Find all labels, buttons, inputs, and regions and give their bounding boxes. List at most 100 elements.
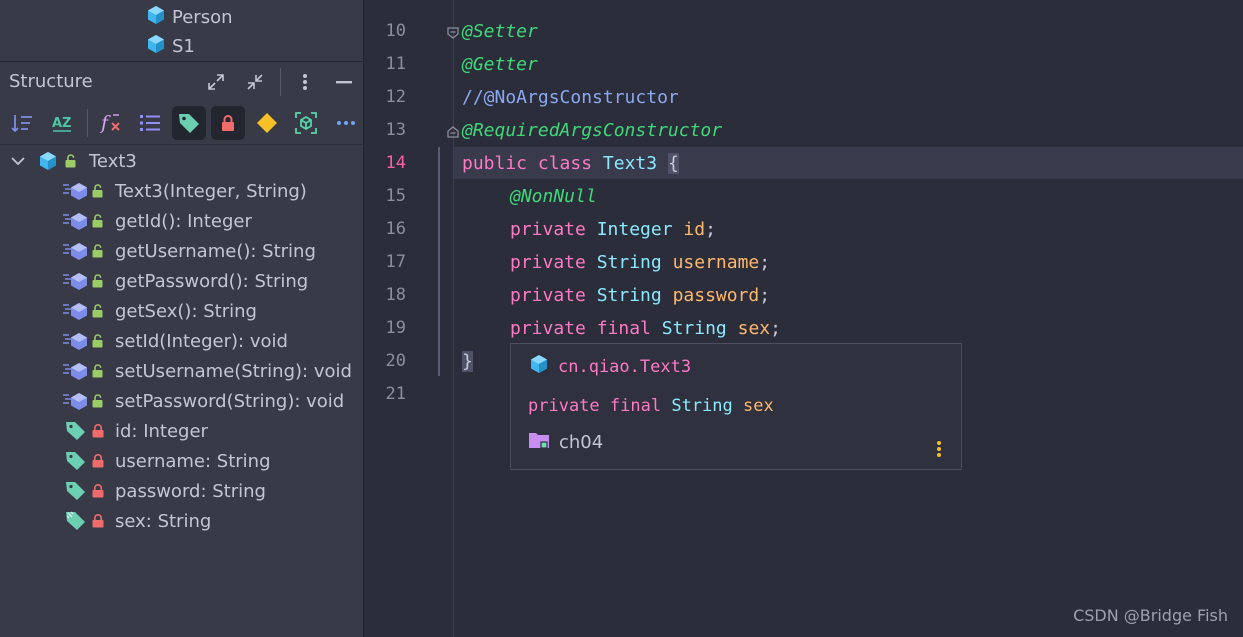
popup-class-name: cn.qiao.Text3 bbox=[558, 356, 692, 377]
public-unlock-icon bbox=[91, 364, 105, 378]
left-tool-panel: Person S1 Structure AZ f Text3 Text3(Int… bbox=[0, 0, 363, 637]
tree-member-row[interactable]: getSex(): String bbox=[63, 296, 257, 326]
hide-panel-icon[interactable] bbox=[332, 70, 356, 94]
public-unlock-icon bbox=[91, 214, 105, 228]
code-type: Integer bbox=[596, 219, 673, 240]
line-number: 12 bbox=[385, 87, 406, 107]
field-tag-icon bbox=[63, 480, 89, 502]
line-number: 15 bbox=[385, 186, 406, 206]
tree-member-row[interactable]: id: Integer bbox=[63, 416, 208, 446]
module-folder-icon bbox=[528, 430, 550, 455]
show-inherited-icon[interactable] bbox=[133, 106, 167, 140]
method-icon bbox=[63, 212, 89, 230]
code-keyword: class bbox=[537, 153, 593, 174]
tree-member-row[interactable]: setUsername(String): void bbox=[63, 356, 352, 386]
gutter-divider bbox=[453, 0, 454, 637]
code-keyword: private bbox=[510, 318, 586, 339]
code-line[interactable]: //@NoArgsConstructor bbox=[462, 81, 679, 114]
tree-member-row[interactable]: getPassword(): String bbox=[63, 266, 308, 296]
show-lambdas-icon[interactable]: f bbox=[95, 106, 129, 140]
tree-member-label: getPassword(): String bbox=[115, 270, 309, 292]
tree-member-label: id: Integer bbox=[115, 420, 208, 442]
code-type: String bbox=[661, 318, 727, 339]
options-kebab-icon[interactable] bbox=[293, 70, 317, 94]
tree-member-label: getUsername(): String bbox=[115, 240, 316, 262]
show-non-public-icon[interactable] bbox=[211, 106, 245, 140]
code-field: password bbox=[672, 285, 760, 306]
sort-by-visibility-icon[interactable] bbox=[5, 106, 39, 140]
tree-member-label: setUsername(String): void bbox=[115, 360, 352, 382]
chevron-down-icon[interactable] bbox=[8, 156, 28, 166]
decl-keyword: private bbox=[528, 396, 600, 416]
private-lock-icon bbox=[91, 454, 105, 468]
code-line[interactable]: private String password; bbox=[510, 279, 770, 312]
project-item-label: Person bbox=[172, 6, 233, 28]
code-keyword: final bbox=[596, 318, 651, 339]
quick-documentation-popup[interactable]: cn.qiao.Text3 private final String sex c… bbox=[510, 343, 962, 470]
tree-member-label: username: String bbox=[115, 450, 271, 472]
line-number: 11 bbox=[385, 54, 406, 74]
decl-name: sex bbox=[743, 396, 774, 416]
structure-title: Structure bbox=[9, 71, 93, 92]
class-cube-icon bbox=[146, 5, 166, 30]
svg-text:f: f bbox=[99, 112, 111, 134]
final-field-tag-icon bbox=[63, 510, 89, 532]
sort-alphabetically-icon[interactable]: AZ bbox=[45, 106, 79, 140]
code-editor[interactable]: 10 11 12 13 14 15 16 17 18 19 20 21 @Set… bbox=[364, 0, 1243, 637]
structure-toolbar: AZ f bbox=[0, 103, 363, 143]
tree-member-label: setId(Integer): void bbox=[115, 330, 288, 352]
tree-member-row[interactable]: Text3(Integer, String) bbox=[63, 176, 307, 206]
code-line[interactable]: @NonNull bbox=[510, 180, 597, 213]
private-lock-icon bbox=[91, 484, 105, 498]
popup-module[interactable]: ch04 bbox=[528, 430, 603, 455]
tree-member-label: sex: String bbox=[115, 510, 212, 532]
project-item-s1[interactable]: S1 bbox=[146, 32, 195, 60]
popup-module-label: ch04 bbox=[559, 432, 604, 453]
tree-member-row[interactable]: getUsername(): String bbox=[63, 236, 316, 266]
public-unlock-icon bbox=[91, 184, 105, 198]
tree-member-row[interactable]: username: String bbox=[63, 446, 271, 476]
code-punct: ; bbox=[705, 219, 716, 240]
public-unlock-icon bbox=[91, 244, 105, 258]
code-line[interactable]: private Integer id; bbox=[510, 213, 716, 246]
code-line[interactable]: @Setter bbox=[462, 15, 538, 48]
code-line[interactable]: } bbox=[462, 345, 473, 378]
tree-root-text3[interactable]: Text3 bbox=[8, 146, 137, 176]
tree-member-label: getId(): Integer bbox=[115, 210, 252, 232]
fold-marker-icon[interactable] bbox=[446, 124, 460, 138]
tree-member-row[interactable]: getId(): Integer bbox=[63, 206, 252, 236]
code-keyword: public bbox=[462, 153, 528, 174]
show-properties-icon[interactable] bbox=[250, 106, 284, 140]
structure-header: Structure bbox=[0, 62, 363, 102]
collapse-all-icon[interactable] bbox=[243, 70, 267, 94]
tree-member-label: Text3(Integer, String) bbox=[115, 180, 307, 202]
code-line[interactable]: private final String sex; bbox=[510, 312, 781, 345]
popup-class-link[interactable]: cn.qiao.Text3 bbox=[529, 354, 691, 379]
tree-member-label: setPassword(String): void bbox=[115, 390, 345, 412]
code-line[interactable]: @Getter bbox=[462, 48, 538, 81]
project-item-person[interactable]: Person bbox=[146, 3, 233, 31]
popup-options-kebab-icon[interactable] bbox=[936, 440, 942, 462]
line-number: 13 bbox=[385, 120, 406, 140]
code-line[interactable]: private String username; bbox=[510, 246, 770, 279]
code-line[interactable]: public class Text3 { bbox=[462, 147, 679, 180]
code-brace: { bbox=[667, 153, 679, 174]
tree-member-row[interactable]: setId(Integer): void bbox=[63, 326, 288, 356]
field-tag-icon bbox=[63, 450, 89, 472]
tree-member-row[interactable]: sex: String bbox=[63, 506, 211, 536]
expand-all-icon[interactable] bbox=[204, 70, 228, 94]
tree-member-row[interactable]: password: String bbox=[63, 476, 266, 506]
private-lock-icon bbox=[91, 514, 105, 528]
line-number: 20 bbox=[385, 351, 406, 371]
more-icon[interactable] bbox=[329, 106, 363, 140]
project-item-label: S1 bbox=[172, 35, 195, 57]
tree-member-row[interactable]: setPassword(String): void bbox=[63, 386, 344, 416]
code-line[interactable]: @RequiredArgsConstructor bbox=[462, 114, 722, 147]
show-fields-icon[interactable] bbox=[172, 106, 206, 140]
code-punct: ; bbox=[770, 318, 781, 339]
tree-root-label: Text3 bbox=[89, 150, 137, 172]
fold-marker-icon[interactable] bbox=[446, 25, 460, 39]
method-icon bbox=[63, 302, 89, 320]
show-anonymous-classes-icon[interactable] bbox=[289, 106, 323, 140]
divider bbox=[0, 144, 363, 145]
